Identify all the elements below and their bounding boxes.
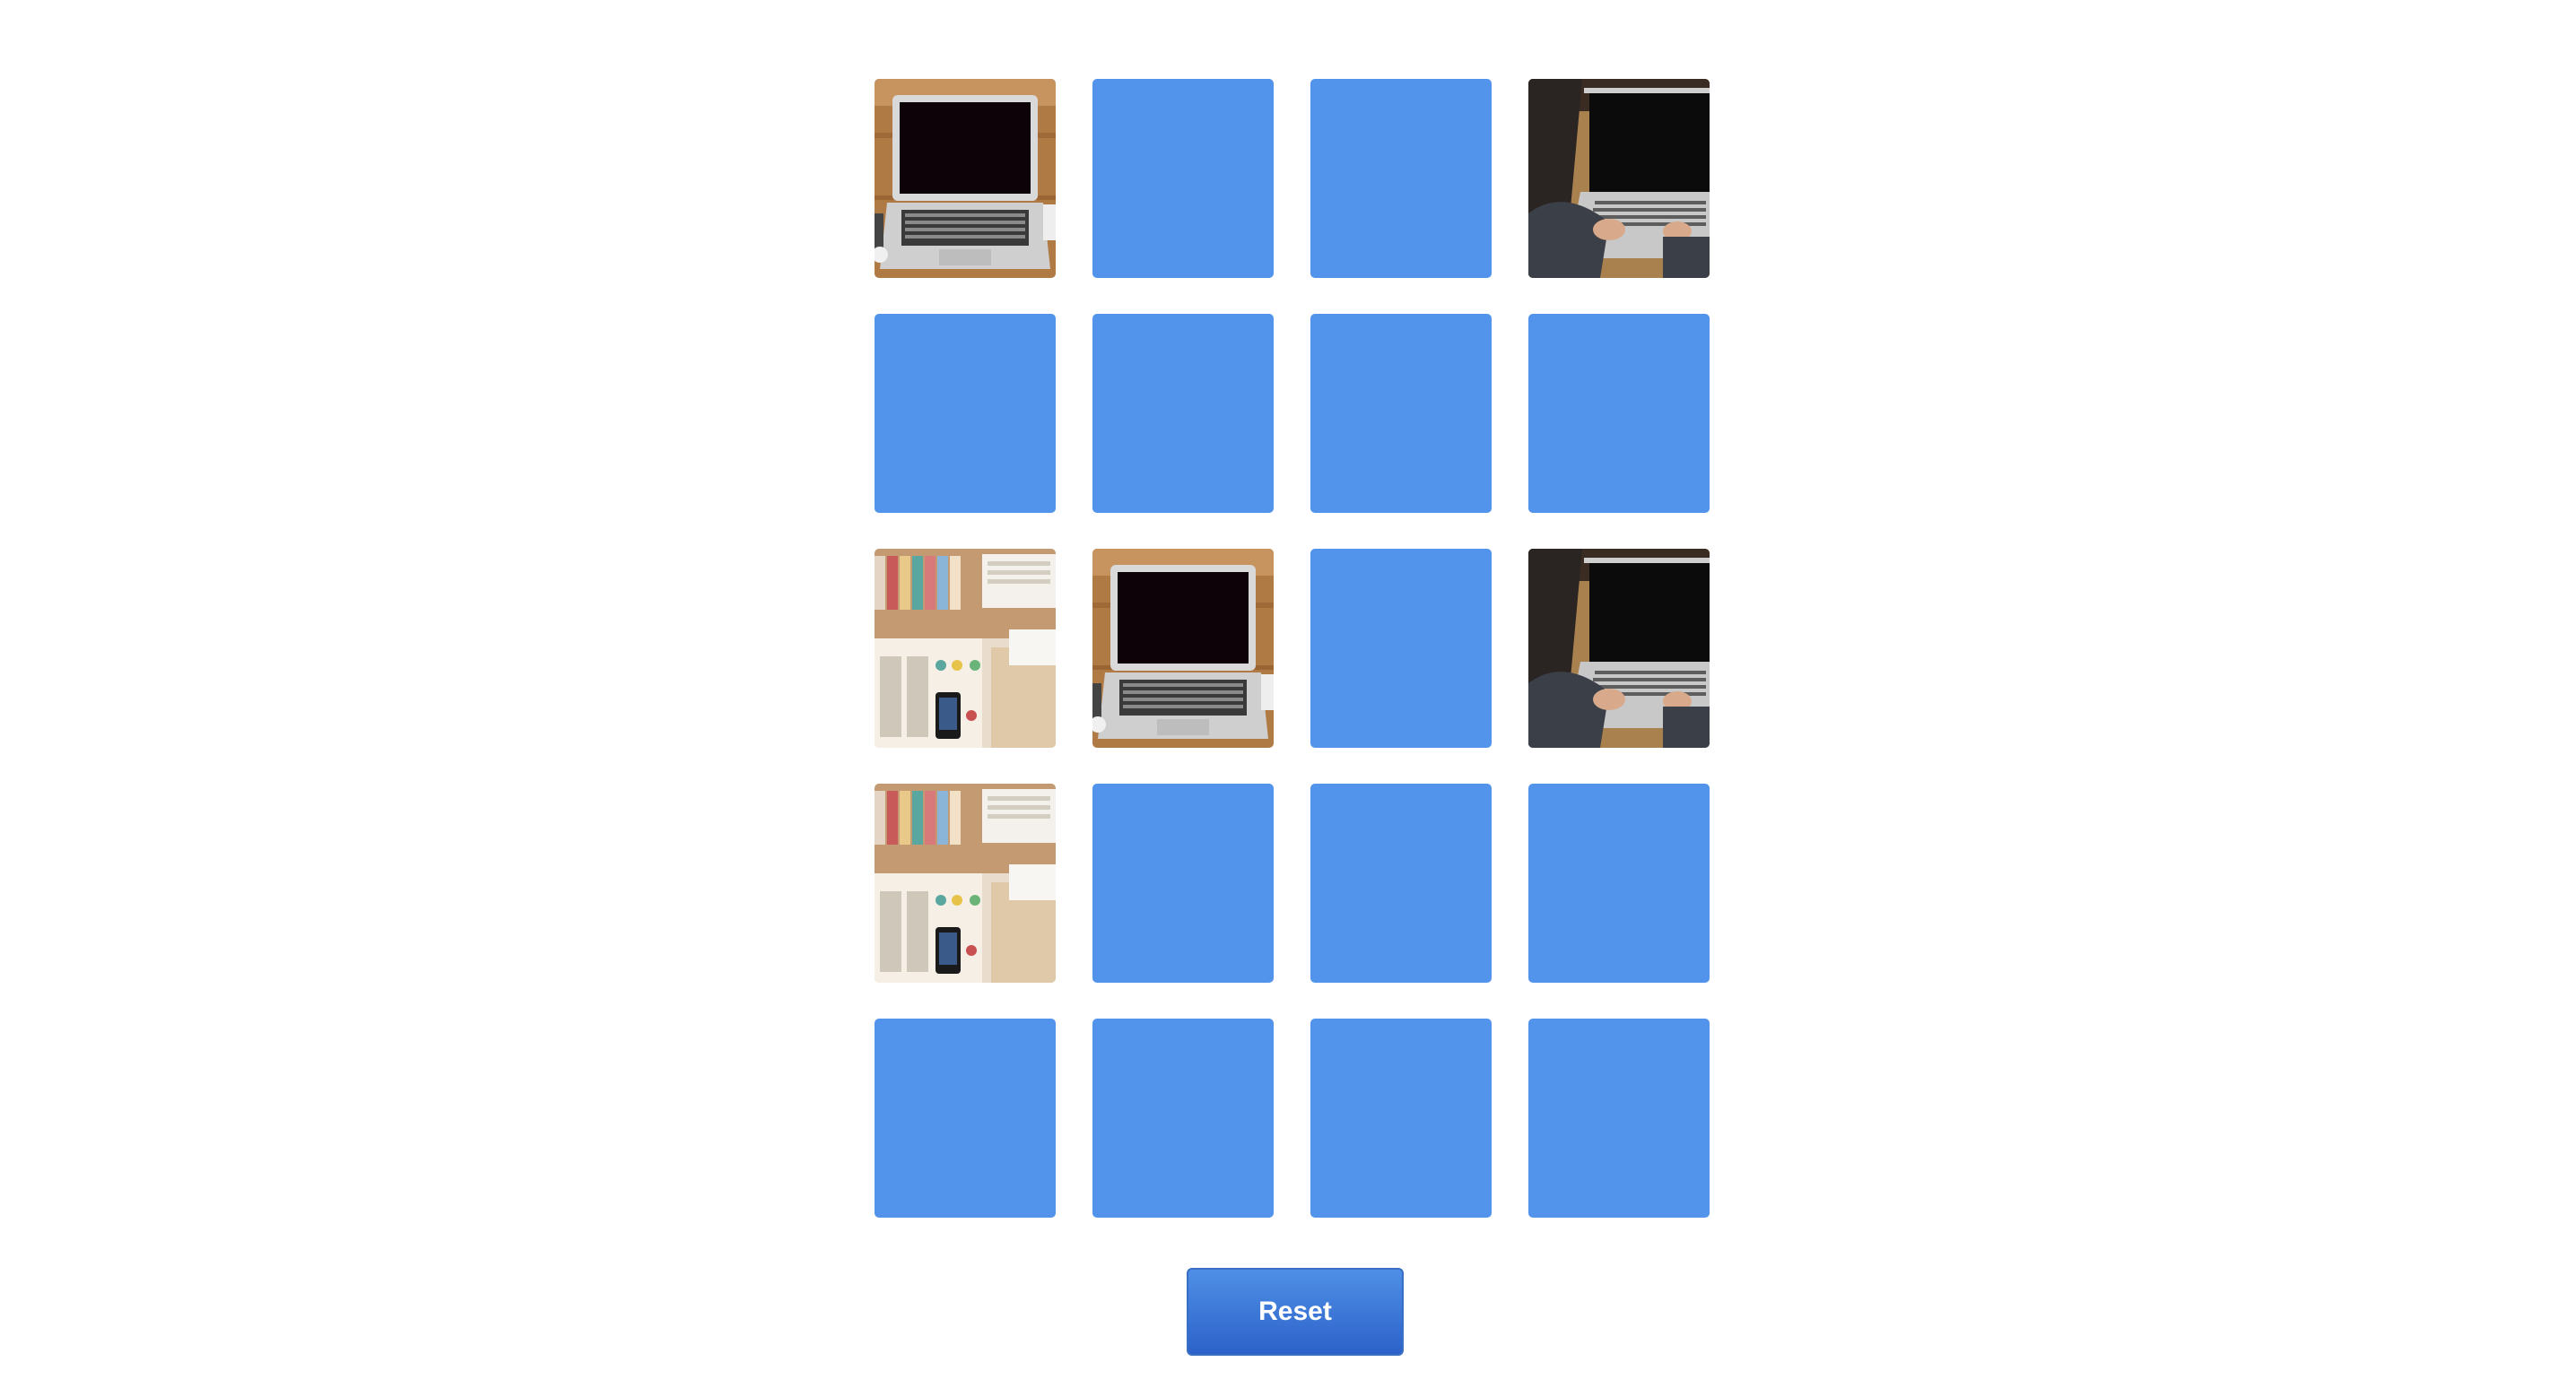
card-r5-c3[interactable] bbox=[1310, 1019, 1492, 1218]
card-r5-c2[interactable] bbox=[1092, 1019, 1274, 1218]
card-r3-c3[interactable] bbox=[1310, 549, 1492, 748]
card-r4-c4[interactable] bbox=[1528, 784, 1710, 983]
card-r4-c3[interactable] bbox=[1310, 784, 1492, 983]
memory-board bbox=[875, 79, 1710, 1218]
person-typing-laptop-image bbox=[1528, 79, 1710, 278]
card-r1-c3[interactable] bbox=[1310, 79, 1492, 278]
card-r5-c1[interactable] bbox=[875, 1019, 1056, 1218]
card-r2-c4[interactable] bbox=[1528, 314, 1710, 513]
reset-button[interactable]: Reset bbox=[1187, 1268, 1404, 1356]
card-r1-c4[interactable] bbox=[1528, 79, 1710, 278]
card-r1-c1[interactable] bbox=[875, 79, 1056, 278]
desk-books-phone-image bbox=[875, 784, 1056, 983]
card-r5-c4[interactable] bbox=[1528, 1019, 1710, 1218]
card-r2-c3[interactable] bbox=[1310, 314, 1492, 513]
card-r4-c1[interactable] bbox=[875, 784, 1056, 983]
card-r1-c2[interactable] bbox=[1092, 79, 1274, 278]
laptop-on-desk-image bbox=[875, 79, 1056, 278]
card-r3-c4[interactable] bbox=[1528, 549, 1710, 748]
card-r3-c1[interactable] bbox=[875, 549, 1056, 748]
card-r4-c2[interactable] bbox=[1092, 784, 1274, 983]
card-r2-c1[interactable] bbox=[875, 314, 1056, 513]
card-r3-c2[interactable] bbox=[1092, 549, 1274, 748]
person-typing-laptop-image bbox=[1528, 549, 1710, 748]
laptop-on-desk-image bbox=[1092, 549, 1274, 748]
card-r2-c2[interactable] bbox=[1092, 314, 1274, 513]
desk-books-phone-image bbox=[875, 549, 1056, 748]
